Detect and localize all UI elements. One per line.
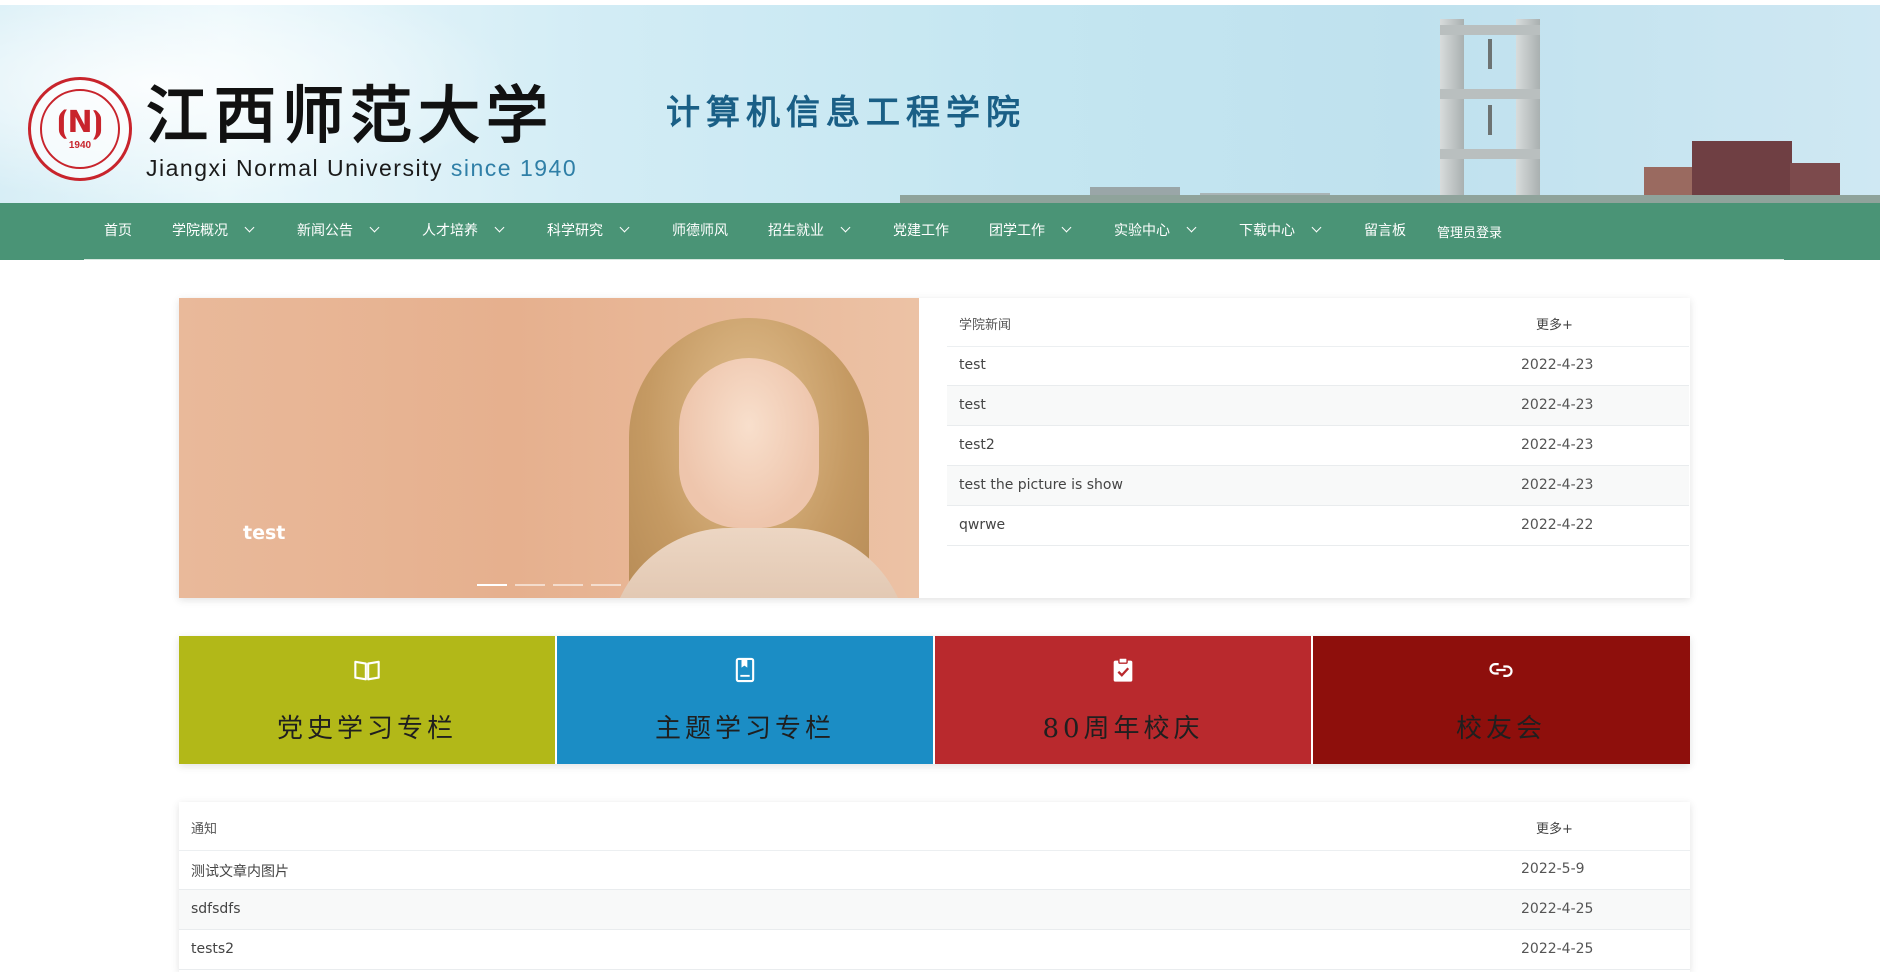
open-book-icon bbox=[354, 660, 380, 681]
tile-theme-study[interactable]: 主题学习专栏 bbox=[557, 636, 933, 764]
nav-item-news[interactable]: 新闻公告 bbox=[297, 203, 380, 260]
chevron-down-icon bbox=[1186, 222, 1197, 233]
carousel-dot[interactable] bbox=[553, 584, 583, 586]
featured-card: test 学院新闻 更多+ test 2022-4-23 test 2022-4-2… bbox=[179, 298, 1690, 598]
carousel-dot[interactable] bbox=[591, 584, 621, 586]
bookmark-book-icon bbox=[735, 657, 755, 683]
notice-header: 通知 更多+ bbox=[179, 802, 1690, 851]
chevron-down-icon bbox=[840, 222, 851, 233]
tile-anniversary[interactable]: 80周年校庆 bbox=[935, 636, 1311, 764]
news-more-link[interactable]: 更多+ bbox=[1536, 314, 1573, 333]
since-year: since 1940 bbox=[450, 155, 578, 181]
news-row[interactable]: test 2022-4-23 bbox=[947, 346, 1689, 386]
nav-divider bbox=[84, 259, 1784, 260]
slide-caption: test bbox=[243, 522, 286, 544]
slide-photo-face bbox=[679, 358, 819, 528]
nav-item-about[interactable]: 学院概况 bbox=[172, 203, 255, 260]
nav-item-download[interactable]: 下载中心 bbox=[1239, 203, 1322, 260]
main-nav: 首页 学院概况 新闻公告 人才培养 科学研究 师德师风 招生就业 党建工作 团学… bbox=[0, 203, 1880, 260]
college-name: 计算机信息工程学院 bbox=[666, 93, 1026, 133]
news-row[interactable]: test2 2022-4-23 bbox=[947, 426, 1689, 466]
notice-title: 通知 bbox=[191, 822, 218, 837]
nav-item-party[interactable]: 党建工作 bbox=[893, 203, 949, 260]
chevron-down-icon bbox=[1311, 222, 1322, 233]
notice-more-link[interactable]: 更多+ bbox=[1536, 818, 1573, 837]
notice-panel: 通知 更多+ 测试文章内图片 2022-5-9 sdfsdfs 2022-4-25 … bbox=[179, 802, 1690, 972]
nav-item-admission[interactable]: 招生就业 bbox=[768, 203, 851, 260]
clipboard-check-icon bbox=[1113, 657, 1133, 682]
nav-item-league[interactable]: 团学工作 bbox=[989, 203, 1072, 260]
tile-alumni[interactable]: 校友会 bbox=[1313, 636, 1690, 764]
university-name-en: Jiangxi Normal University since 1940 bbox=[146, 155, 578, 181]
nav-item-guestbook[interactable]: 留言板 bbox=[1364, 203, 1406, 260]
news-title: 学院新闻 bbox=[959, 318, 1012, 333]
news-row[interactable]: qwrwe 2022-4-22 bbox=[947, 506, 1689, 546]
building-silhouette bbox=[1692, 141, 1792, 203]
nav-item-home[interactable]: 首页 bbox=[104, 203, 132, 260]
link-chain-icon bbox=[1489, 663, 1513, 677]
carousel-dot[interactable] bbox=[477, 584, 507, 586]
chevron-down-icon bbox=[494, 222, 505, 233]
university-seal-logo: ⦗N⦘ 1940 bbox=[28, 77, 132, 181]
chevron-down-icon bbox=[244, 222, 255, 233]
seal-year: 1940 bbox=[68, 139, 92, 151]
university-name-cn: 江西师范大学 bbox=[146, 79, 555, 152]
news-row[interactable]: test 2022-4-23 bbox=[947, 386, 1689, 426]
header-banner: ⦗N⦘ 1940 江西师范大学 Jiangxi Normal Universit… bbox=[0, 5, 1880, 203]
notice-row[interactable]: sdfsdfs 2022-4-25 bbox=[179, 890, 1690, 930]
carousel-dot[interactable] bbox=[515, 584, 545, 586]
chevron-down-icon bbox=[1061, 222, 1072, 233]
ground-strip bbox=[900, 195, 1880, 203]
nav-item-ethics[interactable]: 师德师风 bbox=[672, 203, 728, 260]
notice-row[interactable]: 测试文章内图片 2022-5-9 bbox=[179, 850, 1690, 890]
nav-item-talent[interactable]: 人才培养 bbox=[422, 203, 505, 260]
chevron-down-icon bbox=[369, 222, 380, 233]
nav-item-research[interactable]: 科学研究 bbox=[547, 203, 630, 260]
seal-glyph: ⦗N⦘ bbox=[57, 104, 103, 140]
tower-illustration bbox=[1440, 19, 1540, 203]
college-news-panel: 学院新闻 更多+ test 2022-4-23 test 2022-4-23 tes… bbox=[947, 298, 1689, 598]
nav-item-lab[interactable]: 实验中心 bbox=[1114, 203, 1197, 260]
news-header: 学院新闻 更多+ bbox=[947, 298, 1689, 347]
tile-party-history[interactable]: 党史学习专栏 bbox=[179, 636, 555, 764]
news-row[interactable]: test the picture is show 2022-4-23 bbox=[947, 466, 1689, 506]
notice-row[interactable]: tests2 2022-4-25 bbox=[179, 930, 1690, 970]
chevron-down-icon bbox=[619, 222, 630, 233]
image-carousel[interactable]: test bbox=[179, 298, 919, 598]
nav-item-admin-login[interactable]: 管理员登录 bbox=[1437, 205, 1502, 262]
feature-tiles: 党史学习专栏 主题学习专栏 80周年校庆 校友会 bbox=[179, 636, 1690, 764]
